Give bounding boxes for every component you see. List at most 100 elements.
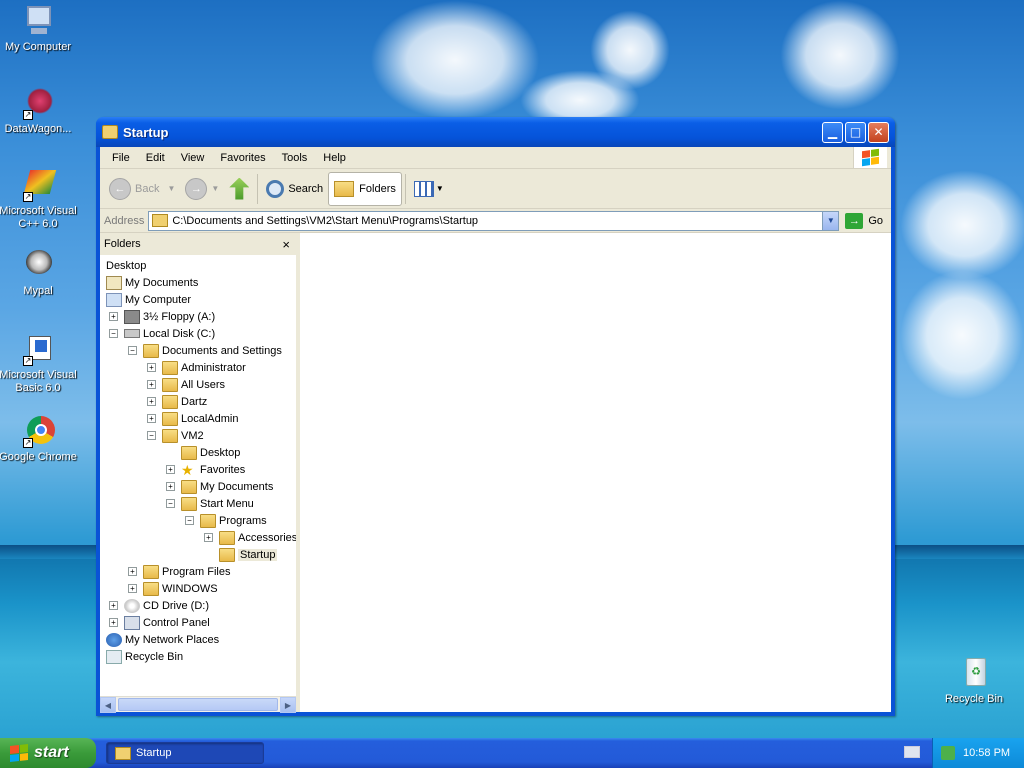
tree-item-my-network-places[interactable]: My Network Places bbox=[100, 631, 296, 648]
minimize-button[interactable]: ▁ bbox=[822, 121, 843, 143]
menu-help[interactable]: Help bbox=[315, 152, 354, 164]
file-list-pane[interactable] bbox=[300, 233, 891, 712]
expand-icon[interactable]: + bbox=[147, 380, 156, 389]
expand-icon[interactable]: + bbox=[147, 414, 156, 423]
tree-item-recycle-bin[interactable]: Recycle Bin bbox=[100, 648, 296, 665]
expand-icon[interactable]: + bbox=[147, 363, 156, 372]
tree-item-vm2-desktop[interactable]: Desktop bbox=[100, 444, 296, 461]
desktop-icon-mypal[interactable]: Mypal bbox=[0, 248, 78, 298]
collapse-icon[interactable]: − bbox=[185, 516, 194, 525]
tree-item-accessories[interactable]: + Accessories bbox=[100, 529, 296, 546]
search-button[interactable]: Search bbox=[261, 172, 328, 206]
tree-item-floppy[interactable]: + 3½ Floppy (A:) bbox=[100, 308, 296, 325]
up-folder-button[interactable] bbox=[224, 172, 254, 206]
menu-tools[interactable]: Tools bbox=[274, 152, 316, 164]
menu-edit[interactable]: Edit bbox=[138, 152, 173, 164]
desktop-icon-google-chrome[interactable]: ↗ Google Chrome bbox=[0, 414, 78, 464]
address-input[interactable]: C:\Documents and Settings\VM2\Start Menu… bbox=[148, 210, 840, 231]
scroll-left-button[interactable]: ◀ bbox=[100, 697, 116, 713]
maximize-button[interactable]: □ bbox=[845, 121, 866, 143]
folders-icon bbox=[334, 180, 355, 197]
expand-icon[interactable]: + bbox=[109, 618, 118, 627]
toolbar-separator bbox=[257, 173, 259, 204]
clock[interactable]: 10:58 PM bbox=[963, 747, 1010, 759]
forward-button[interactable]: → ▼ bbox=[180, 172, 224, 206]
programs-folder-icon bbox=[219, 530, 235, 545]
tree-item-my-computer[interactable]: My Computer bbox=[100, 291, 296, 308]
go-button[interactable]: → Go bbox=[839, 212, 891, 229]
desktop-icon-datawagon[interactable]: ↗ DataWagon... bbox=[0, 86, 78, 136]
tree-item-favorites[interactable]: + ★ Favorites bbox=[100, 461, 296, 478]
tree-item-administrator[interactable]: + Administrator bbox=[100, 359, 296, 376]
folder-tree: Desktop My Documents My Computer + 3½ Fl… bbox=[100, 255, 296, 696]
folder-icon bbox=[162, 411, 178, 426]
expand-icon[interactable]: + bbox=[128, 584, 137, 593]
tree-item-localadmin[interactable]: + LocalAdmin bbox=[100, 410, 296, 427]
views-button[interactable]: ▼ bbox=[409, 172, 449, 206]
dropdown-arrow-icon: ▼ bbox=[167, 184, 176, 193]
close-button[interactable]: ✕ bbox=[868, 121, 889, 143]
scroll-thumb[interactable] bbox=[118, 698, 278, 711]
tree-item-desktop[interactable]: Desktop bbox=[100, 257, 296, 274]
cloud bbox=[590, 10, 670, 90]
horizontal-scrollbar[interactable]: ◀ ▶ bbox=[100, 696, 296, 713]
collapse-icon[interactable]: − bbox=[109, 329, 118, 338]
folder-icon bbox=[162, 377, 178, 392]
tree-item-control-panel[interactable]: + Control Panel bbox=[100, 614, 296, 631]
collapse-icon[interactable]: − bbox=[128, 346, 137, 355]
cloud bbox=[900, 170, 1024, 280]
expand-icon[interactable]: + bbox=[128, 567, 137, 576]
tree-item-documents-and-settings[interactable]: − Documents and Settings bbox=[100, 342, 296, 359]
tree-item-program-files[interactable]: + Program Files bbox=[100, 563, 296, 580]
selected-tree-label: Startup bbox=[238, 548, 278, 561]
desktop-icon-my-computer[interactable]: My Computer bbox=[0, 4, 78, 54]
desktop-icon-visual-basic[interactable]: ↗ Microsoft Visual Basic 6.0 bbox=[0, 332, 78, 395]
tree-item-programs[interactable]: − Programs bbox=[100, 512, 296, 529]
expand-icon[interactable]: + bbox=[166, 465, 175, 474]
tree-item-cd-drive[interactable]: + CD Drive (D:) bbox=[100, 597, 296, 614]
tree-item-windows[interactable]: + WINDOWS bbox=[100, 580, 296, 597]
back-arrow-icon: ← bbox=[109, 177, 131, 200]
start-button[interactable]: start bbox=[0, 738, 96, 768]
desktop-icon-recycle-bin[interactable]: ♻ Recycle Bin bbox=[934, 656, 1014, 706]
menu-file[interactable]: File bbox=[104, 152, 138, 164]
collapse-icon[interactable]: − bbox=[166, 499, 175, 508]
scroll-right-button[interactable]: ▶ bbox=[280, 697, 296, 713]
expand-icon[interactable]: + bbox=[204, 533, 213, 542]
star-icon: ★ bbox=[181, 461, 194, 478]
programs-folder-icon bbox=[200, 513, 216, 528]
expand-icon[interactable]: + bbox=[166, 482, 175, 491]
folders-pane-close-button[interactable]: × bbox=[282, 237, 290, 252]
address-dropdown-button[interactable]: ▼ bbox=[822, 211, 839, 230]
expand-icon[interactable]: + bbox=[147, 397, 156, 406]
taskbar-item-startup[interactable]: Startup bbox=[106, 742, 264, 764]
keyboard-icon[interactable] bbox=[904, 746, 920, 758]
tree-item-my-documents[interactable]: My Documents bbox=[100, 274, 296, 291]
network-status-icon[interactable] bbox=[941, 746, 955, 760]
tree-item-start-menu[interactable]: − Start Menu bbox=[100, 495, 296, 512]
chrome-icon: ↗ bbox=[21, 414, 55, 448]
documents-icon bbox=[106, 275, 122, 290]
system-tray: 10:58 PM bbox=[932, 738, 1024, 768]
menu-view[interactable]: View bbox=[173, 152, 213, 164]
minimize-icon: ▁ bbox=[827, 125, 838, 139]
expand-icon[interactable]: + bbox=[109, 601, 118, 610]
expand-icon[interactable]: + bbox=[109, 312, 118, 321]
menu-favorites[interactable]: Favorites bbox=[212, 152, 273, 164]
taskbar: start Startup 10:58 PM bbox=[0, 738, 1024, 768]
tree-item-vm2[interactable]: − VM2 bbox=[100, 427, 296, 444]
collapse-icon[interactable]: − bbox=[147, 431, 156, 440]
back-button[interactable]: ← Back ▼ bbox=[104, 172, 180, 206]
hard-disk-icon bbox=[124, 329, 140, 338]
folders-pane: Folders × Desktop My Documents My Comput… bbox=[100, 233, 300, 713]
desktop-icon-visual-cpp[interactable]: ↗ Microsoft Visual C++ 6.0 bbox=[0, 168, 78, 231]
tree-item-vm2-my-documents[interactable]: + My Documents bbox=[100, 478, 296, 495]
tree-item-dartz[interactable]: + Dartz bbox=[100, 393, 296, 410]
tree-item-all-users[interactable]: + All Users bbox=[100, 376, 296, 393]
standard-toolbar: ← Back ▼ → ▼ Search Folders ▼ bbox=[100, 169, 891, 209]
control-panel-icon bbox=[124, 615, 140, 630]
window-titlebar[interactable]: Startup ▁ □ ✕ bbox=[96, 117, 895, 147]
tree-item-startup[interactable]: Startup bbox=[100, 546, 296, 563]
tree-item-local-disk[interactable]: − Local Disk (C:) bbox=[100, 325, 296, 342]
folders-button[interactable]: Folders bbox=[328, 171, 402, 206]
